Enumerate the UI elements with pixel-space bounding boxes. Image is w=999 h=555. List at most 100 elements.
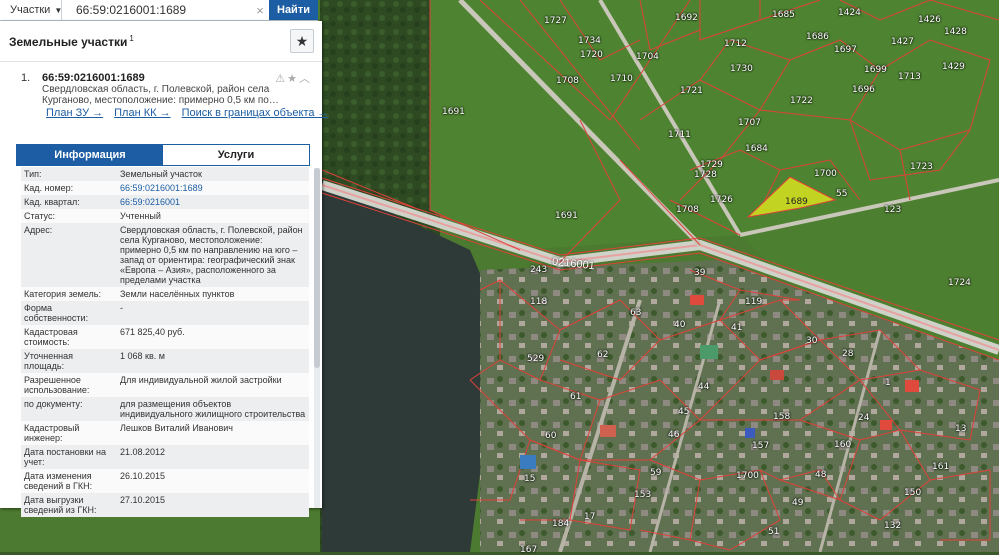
plot-label[interactable]: 1711 <box>668 130 691 140</box>
plot-label[interactable]: 1699 <box>864 65 887 75</box>
plot-label[interactable]: 1710 <box>610 74 633 84</box>
scrollbar-thumb[interactable] <box>314 168 320 368</box>
clear-icon[interactable]: × <box>251 3 269 18</box>
favorite-button[interactable]: ★ <box>290 29 314 53</box>
search-in-bounds-link[interactable]: Поиск в границах объекта → <box>182 107 329 119</box>
plot-label[interactable]: 1726 <box>710 195 733 205</box>
attribute-value[interactable]: 66:59:0216001 <box>117 195 309 209</box>
plot-label[interactable]: 1427 <box>891 37 914 47</box>
plot-label[interactable]: 1729 <box>700 160 723 170</box>
plot-label[interactable]: 39 <box>694 268 705 278</box>
plot-label[interactable]: 63 <box>630 308 641 318</box>
plot-label[interactable]: 46 <box>668 430 679 440</box>
layer-dropdown-label: Участки <box>10 4 51 16</box>
plot-label[interactable]: 45 <box>678 407 689 417</box>
plot-label[interactable]: 62 <box>597 350 608 360</box>
plot-label[interactable]: 1424 <box>838 8 861 18</box>
plot-label[interactable]: 17 <box>584 512 595 522</box>
attribute-value: Лешков Виталий Иванович <box>117 421 309 445</box>
result-panel: Земельные участки 1 ★ 1. 66:59:0216001:16… <box>0 21 329 517</box>
plot-label[interactable]: 60 <box>545 431 556 441</box>
plot-label[interactable]: 1720 <box>580 50 603 60</box>
plot-label[interactable]: 1689 <box>785 197 808 207</box>
attribute-key: Кад. номер: <box>21 181 117 195</box>
find-button[interactable]: Найти <box>269 0 318 20</box>
plot-label[interactable]: 49 <box>792 498 803 508</box>
plot-label[interactable]: 1684 <box>745 144 768 154</box>
plot-label[interactable]: 44 <box>698 382 709 392</box>
plot-label[interactable]: 41 <box>731 323 742 333</box>
plot-label[interactable]: 1727 <box>544 16 567 26</box>
plot-label[interactable]: 48 <box>815 470 826 480</box>
plot-label[interactable]: 59 <box>650 468 661 478</box>
plot-label[interactable]: 1 <box>885 378 891 388</box>
attribute-value: 21.08.2012 <box>117 445 309 469</box>
attribute-value: Земельный участок <box>117 167 309 181</box>
plot-label[interactable]: 13 <box>955 424 966 434</box>
plot-label[interactable]: 529 <box>527 354 544 364</box>
plot-label[interactable]: 243 <box>530 265 547 275</box>
tab-services[interactable]: Услуги <box>163 145 309 165</box>
plot-label[interactable]: 1730 <box>730 64 753 74</box>
plot-label[interactable]: 15 <box>524 474 535 484</box>
plot-label[interactable]: 51 <box>768 527 779 537</box>
attribute-value[interactable]: 66:59:0216001:1689 <box>117 181 309 195</box>
attribute-key: Разрешенное использование: <box>21 373 117 397</box>
plot-label[interactable]: 1708 <box>676 205 699 215</box>
plot-label[interactable]: 153 <box>634 490 651 500</box>
plot-label[interactable]: 55 <box>836 189 847 199</box>
plot-label[interactable]: 1723 <box>910 162 933 172</box>
plot-label[interactable]: 1708 <box>556 76 579 86</box>
plot-label[interactable]: 160 <box>834 440 851 450</box>
plot-label[interactable]: 1713 <box>898 72 921 82</box>
plot-label[interactable]: 30 <box>806 336 817 346</box>
plot-label[interactable]: 150 <box>904 488 921 498</box>
plot-label[interactable]: 184 <box>552 519 569 529</box>
plot-label[interactable]: 1704 <box>636 52 659 62</box>
plot-label[interactable]: 1696 <box>852 85 875 95</box>
attribute-row: Кадастровый инженер: Лешков Виталий Ивано… <box>21 421 309 445</box>
result-count: 1 <box>129 34 134 43</box>
plot-label[interactable]: 1426 <box>918 15 941 25</box>
plot-label[interactable]: 61 <box>570 392 581 402</box>
plot-label[interactable]: 40 <box>674 320 685 330</box>
result-cad-number[interactable]: 66:59:0216001:1689 <box>42 72 145 84</box>
tab-info[interactable]: Информация <box>17 145 163 165</box>
plot-label[interactable]: 1428 <box>944 27 967 37</box>
search-input[interactable] <box>62 0 251 20</box>
plot-label[interactable]: 118 <box>530 297 547 307</box>
attribute-value: Для индивидуальной жилой застройки <box>117 373 309 397</box>
star-icon: ★ <box>295 33 309 49</box>
plot-label[interactable]: 123 <box>884 205 901 215</box>
plot-label[interactable]: 1721 <box>680 86 703 96</box>
plan-kk-link[interactable]: План КК → <box>114 107 170 119</box>
panel-scrollbar[interactable] <box>314 168 320 508</box>
plot-label[interactable]: 1692 <box>675 13 698 23</box>
plot-label[interactable]: 1429 <box>942 62 965 72</box>
plot-label[interactable]: 1734 <box>578 36 601 46</box>
plot-label[interactable]: 1724 <box>948 278 971 288</box>
plot-label[interactable]: 1685 <box>772 10 795 20</box>
plot-label[interactable]: 1700 <box>814 169 837 179</box>
plot-label[interactable]: 1691 <box>555 211 578 221</box>
plan-zu-link[interactable]: План ЗУ → <box>46 107 103 119</box>
plot-label[interactable]: 157 <box>752 441 769 451</box>
attribute-value: 27.10.2015 <box>117 493 309 517</box>
plot-label[interactable]: 1707 <box>738 118 761 128</box>
layer-dropdown[interactable]: Участки ▼ <box>0 0 62 20</box>
plot-label[interactable]: 1722 <box>790 96 813 106</box>
plot-label[interactable]: 28 <box>842 349 853 359</box>
plot-label[interactable]: 167 <box>520 545 537 555</box>
plot-label[interactable]: 132 <box>884 521 901 531</box>
plot-label[interactable]: 161 <box>932 462 949 472</box>
plot-label[interactable]: 1686 <box>806 32 829 42</box>
plot-label[interactable]: 24 <box>858 413 869 423</box>
plot-label[interactable]: 158 <box>773 412 790 422</box>
plot-label[interactable]: 1712 <box>724 39 747 49</box>
plot-label[interactable]: 1691 <box>442 107 465 117</box>
plot-label[interactable]: 119 <box>745 297 762 307</box>
plot-label[interactable]: 1700 <box>736 471 759 481</box>
plot-label[interactable]: 1728 <box>694 170 717 180</box>
panel-title: Земельные участки 1 <box>9 34 134 49</box>
plot-label[interactable]: 1697 <box>834 45 857 55</box>
